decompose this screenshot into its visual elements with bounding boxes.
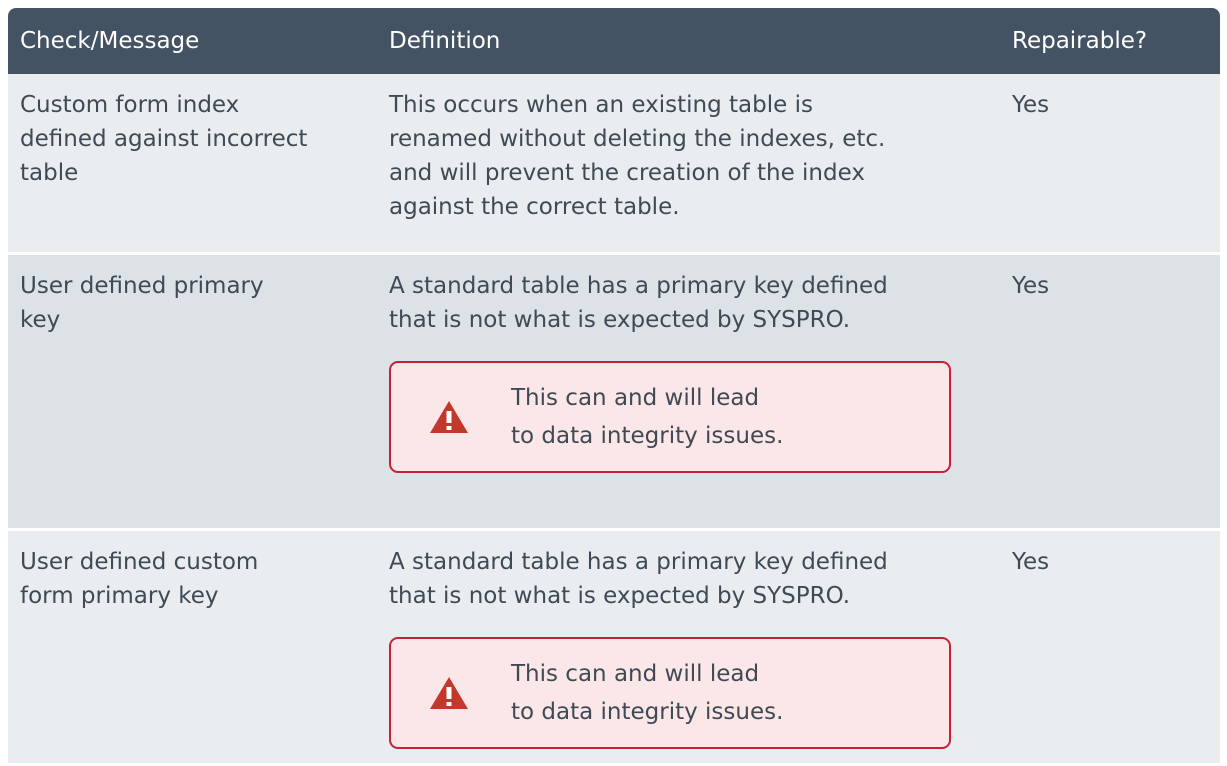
warning-line: to data integrity issues.	[511, 423, 784, 449]
repairable-cell: Yes	[1000, 529, 1220, 766]
warning-triangle-icon	[429, 400, 469, 434]
warning-text: This can and will lead to data integrity…	[511, 655, 783, 731]
definition-line: renamed without deleting the indexes, et…	[389, 126, 886, 152]
check-line: User defined custom	[20, 549, 259, 575]
warning-triangle-icon	[429, 676, 469, 710]
check-line: User defined primary	[20, 273, 264, 299]
definition-line: A standard table has a primary key defin…	[389, 273, 888, 299]
header-repairable: Repairable?	[1000, 8, 1220, 74]
table-header-row: Check/Message Definition Repairable?	[8, 8, 1220, 74]
warning-line: to data integrity issues.	[511, 699, 784, 725]
repairable-cell: Yes	[1000, 74, 1220, 255]
definition-line: A standard table has a primary key defin…	[389, 549, 888, 575]
warning-line: This can and will lead	[511, 385, 760, 411]
table-row: Custom form index defined against incorr…	[8, 74, 1220, 255]
check-line: key	[20, 307, 61, 333]
header-check-message: Check/Message	[8, 8, 377, 74]
check-line: Custom form index	[20, 92, 240, 118]
definition-line: that is not what is expected by SYSPRO.	[389, 583, 851, 609]
check-cell: User defined primary key	[8, 253, 377, 531]
warning-callout: This can and will lead to data integrity…	[389, 361, 951, 473]
definition-cell: A standard table has a primary key defin…	[377, 253, 1000, 531]
table-row: User defined primary key A standard tabl…	[8, 253, 1220, 531]
check-message-table: Check/Message Definition Repairable? Cus…	[8, 8, 1220, 766]
header-definition: Definition	[377, 8, 1000, 74]
repairable-cell: Yes	[1000, 253, 1220, 531]
warning-text: This can and will lead to data integrity…	[511, 379, 783, 455]
definition-cell: A standard table has a primary key defin…	[377, 529, 1000, 766]
definition-line: that is not what is expected by SYSPRO.	[389, 307, 851, 333]
check-cell: Custom form index defined against incorr…	[8, 74, 377, 255]
check-line: table	[20, 160, 79, 186]
check-cell: User defined custom form primary key	[8, 529, 377, 766]
warning-line: This can and will lead	[511, 661, 760, 687]
definition-line: and will prevent the creation of the ind…	[389, 160, 865, 186]
warning-callout: This can and will lead to data integrity…	[389, 637, 951, 749]
check-line: defined against incorrect	[20, 126, 308, 152]
check-line: form primary key	[20, 583, 219, 609]
definition-line: against the correct table.	[389, 194, 680, 220]
definition-line: This occurs when an existing table is	[389, 92, 813, 118]
definition-cell: This occurs when an existing table is re…	[377, 74, 1000, 255]
table-row: User defined custom form primary key A s…	[8, 529, 1220, 766]
